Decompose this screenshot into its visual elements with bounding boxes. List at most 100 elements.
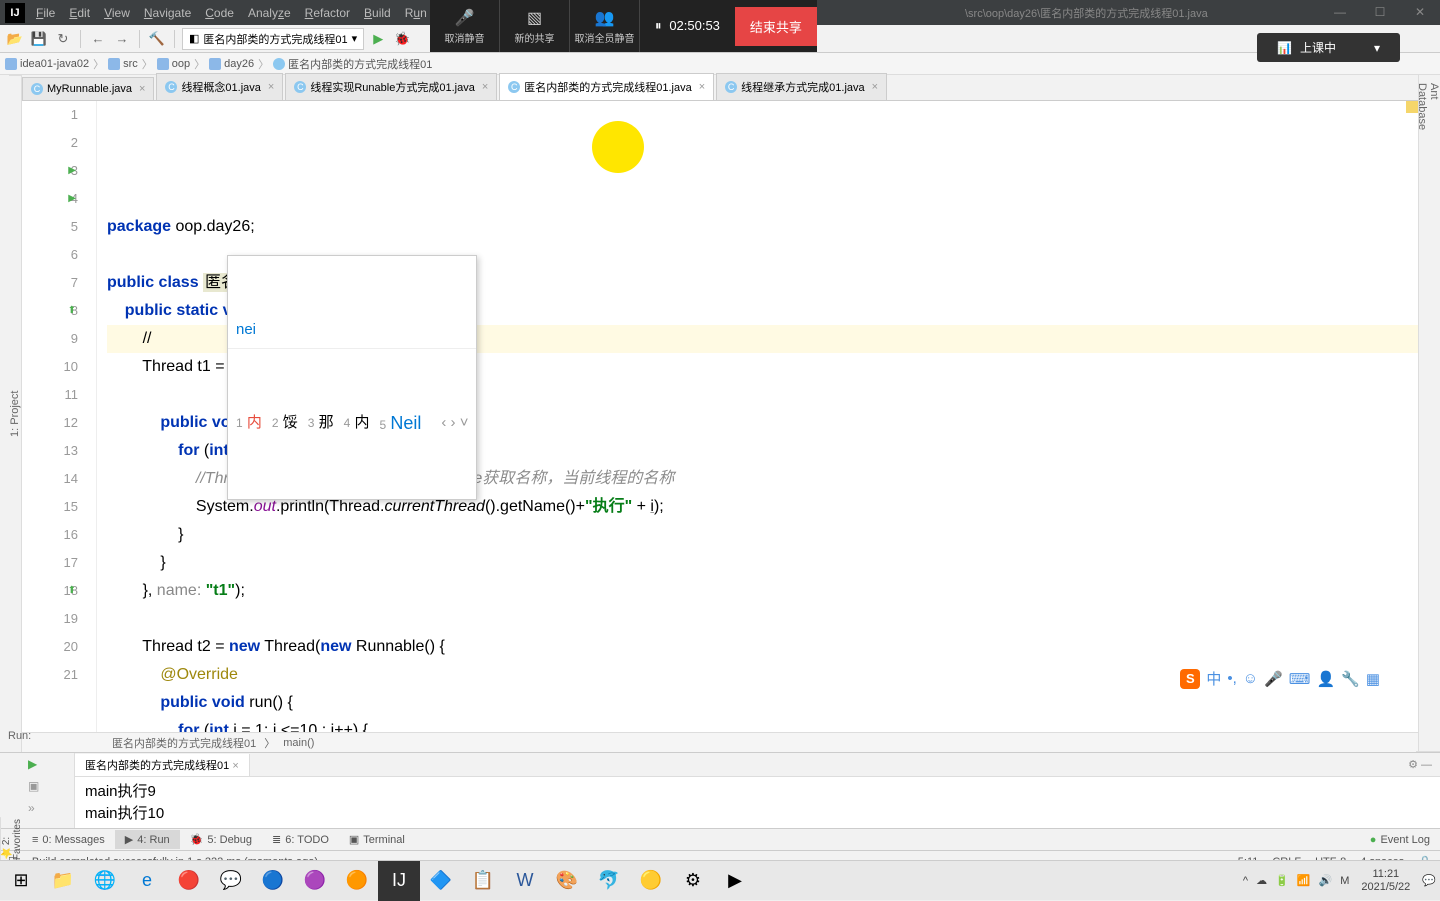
task-chrome[interactable]: 🌐	[84, 861, 126, 901]
menu-refactor[interactable]: Refactor	[299, 3, 356, 23]
tray-onedrive-icon[interactable]: ☁	[1256, 874, 1267, 887]
ime-grid-icon[interactable]: ▦	[1366, 670, 1380, 688]
event-log-tab[interactable]: ● Event Log	[1360, 831, 1440, 849]
menu-build[interactable]: Build	[358, 3, 397, 23]
run-tab-active[interactable]: 匿名内部类的方式完成线程01 ×	[75, 754, 250, 776]
windows-taskbar: ⊞ 📁 🌐 e 🔴 💬 🔵 🟣 🟠 IJ 🔷 📋 W 🎨 🐬 🟡 ⚙ ▶ ^ ☁…	[0, 860, 1440, 900]
ime-lang-icon[interactable]: 中	[1206, 668, 1221, 689]
error-stripe[interactable]	[1406, 101, 1418, 732]
task-app11[interactable]: ▶	[714, 861, 756, 901]
task-app5[interactable]: 🟠	[336, 861, 378, 901]
task-intellij[interactable]: IJ	[378, 861, 420, 901]
task-app1[interactable]: 🔴	[168, 861, 210, 901]
ime-keyboard-icon[interactable]: ⌨	[1289, 670, 1311, 688]
window-maximize[interactable]: ☐	[1360, 0, 1400, 25]
editor-tab[interactable]: C匿名内部类的方式完成线程01.java×	[499, 73, 714, 100]
ime-emoji-icon[interactable]: ☺	[1243, 670, 1258, 687]
project-tool-tab[interactable]: 1: Project	[9, 75, 21, 752]
task-explorer[interactable]: 📁	[42, 861, 84, 901]
crumb-oop[interactable]: oop	[157, 58, 190, 70]
cursor-highlight-dot	[592, 121, 644, 173]
task-app2[interactable]: 💬	[210, 861, 252, 901]
code-area[interactable]: nei 1 内2 馁3 那4 内5 Neil‹ › ˅ package oop.…	[97, 101, 1418, 732]
tray-clock[interactable]: 11:212021/5/22	[1353, 868, 1418, 894]
editor-tabs: CMyRunnable.java×C线程概念01.java×C线程实现Runab…	[22, 75, 1418, 101]
ime-user-icon[interactable]: 👤	[1316, 670, 1335, 688]
intellij-icon: IJ	[5, 3, 25, 23]
tray-up-icon[interactable]: ^	[1243, 875, 1248, 887]
todo-tab[interactable]: ≣ 6: TODO	[262, 830, 339, 849]
menu-edit[interactable]: Edit	[63, 3, 96, 23]
menu-file[interactable]: File	[30, 3, 61, 23]
back-icon[interactable]: ←	[88, 29, 108, 49]
task-app6[interactable]: 🔷	[420, 861, 462, 901]
messages-tab[interactable]: ≡ 0: Messages	[22, 831, 115, 849]
crumb-project[interactable]: idea01-java02	[5, 58, 89, 70]
task-edge[interactable]: e	[126, 861, 168, 901]
build-icon[interactable]: 🔨	[147, 29, 167, 49]
forward-icon[interactable]: →	[112, 29, 132, 49]
start-button[interactable]: ⊞	[0, 861, 42, 901]
editor-tab[interactable]: CMyRunnable.java×	[22, 77, 154, 100]
window-minimize[interactable]: —	[1320, 0, 1360, 25]
editor-breadcrumb: 匿名内部类的方式完成线程01〉main()	[22, 732, 1418, 752]
menu-analyze[interactable]: Analyze	[242, 3, 297, 23]
editor-tab[interactable]: C线程实现Runable方式完成01.java×	[285, 73, 497, 100]
run-output[interactable]: main执行9 main执行10	[75, 777, 1440, 829]
new-share-button[interactable]: ▧新的共享	[500, 0, 570, 52]
task-word[interactable]: W	[504, 861, 546, 901]
save-icon[interactable]: 💾	[29, 29, 49, 49]
task-app10[interactable]: 🟡	[630, 861, 672, 901]
task-settings[interactable]: ⚙	[672, 861, 714, 901]
debug-tab[interactable]: 🐞 5: Debug	[180, 830, 262, 849]
run-label: Run:	[8, 730, 31, 742]
navbar: idea01-java02〉 src〉 oop〉 day26〉 匿名内部类的方式…	[0, 53, 1440, 75]
unmute-all-button[interactable]: 👥取消全员静音	[570, 0, 640, 52]
window-close[interactable]: ✕	[1400, 0, 1440, 25]
end-share-button[interactable]: 结束共享	[735, 7, 817, 46]
task-app8[interactable]: 🎨	[546, 861, 588, 901]
editor-tab[interactable]: C线程概念01.java×	[156, 73, 283, 100]
tray-notifications-icon[interactable]: 💬	[1422, 874, 1436, 887]
ime-punct-icon[interactable]: •,	[1227, 670, 1236, 687]
menu-view[interactable]: View	[98, 3, 136, 23]
ime-input: nei	[228, 312, 476, 349]
menu-navigate[interactable]: Navigate	[138, 3, 197, 23]
ime-tool-icon[interactable]: 🔧	[1341, 670, 1360, 688]
ant-tool-tab[interactable]: Ant	[1428, 75, 1440, 752]
run-config-combo[interactable]: ◧ 匿名内部类的方式完成线程01 ▾	[182, 28, 364, 50]
task-app7[interactable]: 📋	[462, 861, 504, 901]
sync-icon[interactable]: ↻	[53, 29, 73, 49]
tray-ime-icon[interactable]: M	[1340, 875, 1349, 887]
mute-button[interactable]: 🎤取消静音	[430, 0, 500, 52]
run-tab[interactable]: ▶ 4: Run	[115, 830, 180, 849]
more-icon[interactable]: »	[28, 801, 46, 819]
lesson-status[interactable]: 📊 上课中 ▾	[1257, 33, 1400, 62]
editor[interactable]: 123▶4▶5678⬆9101112131415161718⬆192021 ne…	[22, 101, 1418, 732]
crumb-file[interactable]: 匿名内部类的方式完成线程01	[273, 56, 432, 72]
menu-code[interactable]: Code	[199, 3, 240, 23]
run-settings-icon[interactable]: ⚙ —	[1400, 758, 1440, 771]
tray-sound-icon[interactable]: 🔊	[1318, 874, 1332, 887]
tray-network-icon[interactable]: 📶	[1297, 874, 1311, 887]
task-app9[interactable]: 🐬	[588, 861, 630, 901]
task-app4[interactable]: 🟣	[294, 861, 336, 901]
debug-icon[interactable]: 🐞	[392, 29, 412, 49]
task-app3[interactable]: 🔵	[252, 861, 294, 901]
sogou-icon[interactable]: S	[1180, 669, 1200, 689]
sogou-ime-bar[interactable]: S 中 •, ☺ 🎤 ⌨ 👤 🔧 ▦	[1180, 668, 1380, 689]
favorites-tab[interactable]: ⭐ 2: Favorites	[0, 817, 22, 862]
crumb-day26[interactable]: day26	[209, 58, 254, 70]
editor-tab[interactable]: C线程继承方式完成01.java×	[716, 73, 887, 100]
ime-voice-icon[interactable]: 🎤	[1264, 670, 1283, 688]
run-icon[interactable]: ▶	[368, 29, 388, 49]
stop-icon[interactable]: ▣	[28, 779, 46, 797]
rerun-icon[interactable]: ▶	[28, 757, 46, 775]
ime-popup[interactable]: nei 1 内2 馁3 那4 内5 Neil‹ › ˅	[227, 255, 477, 500]
open-icon[interactable]: 📂	[5, 29, 25, 49]
tray-battery-icon[interactable]: 🔋	[1275, 874, 1289, 887]
menu-run[interactable]: Run	[399, 3, 433, 23]
terminal-tab[interactable]: ▣ Terminal	[339, 830, 415, 849]
crumb-src[interactable]: src	[108, 58, 138, 70]
ime-candidates[interactable]: 1 内2 馁3 那4 内5 Neil‹ › ˅	[228, 405, 476, 443]
